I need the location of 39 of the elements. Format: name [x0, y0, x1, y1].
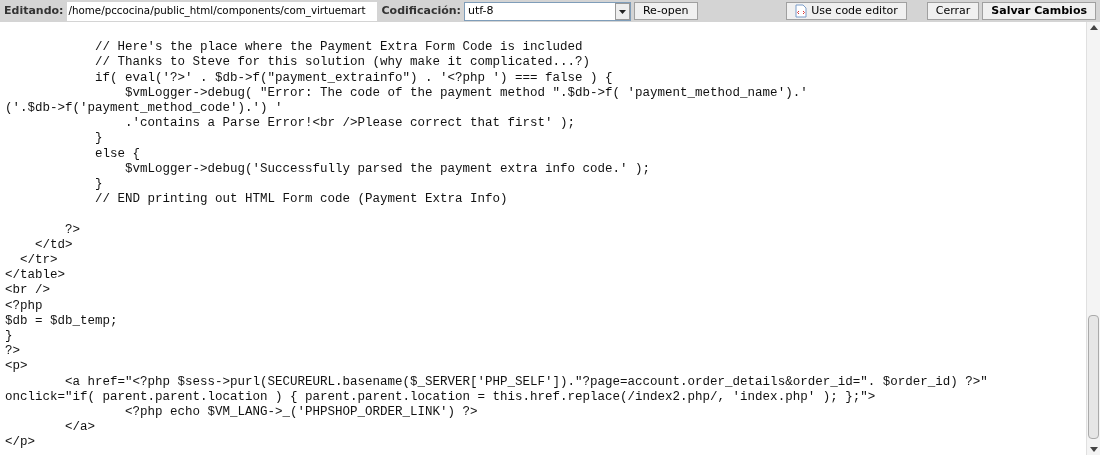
- file-label: Editando:: [4, 2, 64, 19]
- code-line: if( eval('?>' . $db->f("payment_extrainfo") . '<?php ') === false ) {: [94, 70, 613, 86]
- code-line: else {: [94, 146, 141, 162]
- code-line: $vmLogger->debug( "Error: The code of the payment method ".$db->f( 'payment_method_name').': [124, 85, 808, 101]
- code-line: </p>: [5, 435, 35, 451]
- code-line: ?>: [5, 344, 20, 360]
- code-line: // END printing out HTML Form code (Payment Extra Info): [94, 192, 508, 208]
- code-line: $db = $db_temp;: [5, 313, 118, 330]
- toolbar-button[interactable]: Re-open: [633, 2, 698, 20]
- code-line: .'contains a Parse Error!<br />Please correct that first' );: [124, 116, 576, 132]
- file-path-field[interactable]: /home/pccocina/public_html/components/com_virtuemart: [66, 1, 377, 21]
- code-line: ('.$db->f('payment_method_code').') ': [5, 101, 283, 117]
- code-line: <?php: [5, 298, 43, 314]
- code-line: </a>: [64, 420, 95, 436]
- code-line: <br />: [5, 283, 50, 299]
- scroll-up-icon[interactable]: [1089, 24, 1098, 30]
- code-line: onclick="if( parent.parent.location ) { parent.parent.location = this.href.replace(/index2.php/, 'index.php' ); };">: [5, 389, 876, 406]
- code-line: <p>: [5, 359, 28, 375]
- code-line: <?php echo $VM_LANG->_('PHPSHOP_ORDER_LINK') ?>: [124, 405, 478, 421]
- code-line: // Thanks to Steve for this solution (why make it complicated...?): [94, 55, 591, 71]
- scrollbar[interactable]: [1086, 22, 1100, 455]
- code-line: </td>: [34, 237, 73, 253]
- code-line: </table>: [5, 268, 65, 284]
- toolbar-button[interactable]: Cerrar: [926, 2, 980, 20]
- scroll-down-icon[interactable]: [1089, 447, 1098, 453]
- code-line: }: [94, 177, 103, 193]
- scrollbar-thumb[interactable]: [1088, 315, 1099, 439]
- code-line: ?>: [64, 221, 80, 238]
- code-line: <a href="<?php $sess->purl(SECUREURL.basename($_SERVER['PHP_SELF'])."?page=account.order_details&order_id=". $order_id) ?>": [64, 374, 988, 390]
- code-line: $vmLogger->debug('Successfully parsed the payment extra info code.' );: [124, 161, 651, 177]
- code-line: // Here's the place where the Payment Extra Form Code is included: [94, 39, 583, 56]
- code-line: }: [5, 329, 13, 345]
- document-code-icon: [795, 4, 808, 18]
- code-line: </tr>: [19, 253, 58, 269]
- code-line: }: [94, 131, 103, 147]
- encoding-select[interactable]: utf-8: [463, 1, 631, 21]
- toolbar-button[interactable]: Salvar Cambios: [982, 2, 1096, 20]
- code-editor-button[interactable]: Use code editor: [786, 2, 907, 20]
- encoding-label: Codificación:: [381, 2, 461, 19]
